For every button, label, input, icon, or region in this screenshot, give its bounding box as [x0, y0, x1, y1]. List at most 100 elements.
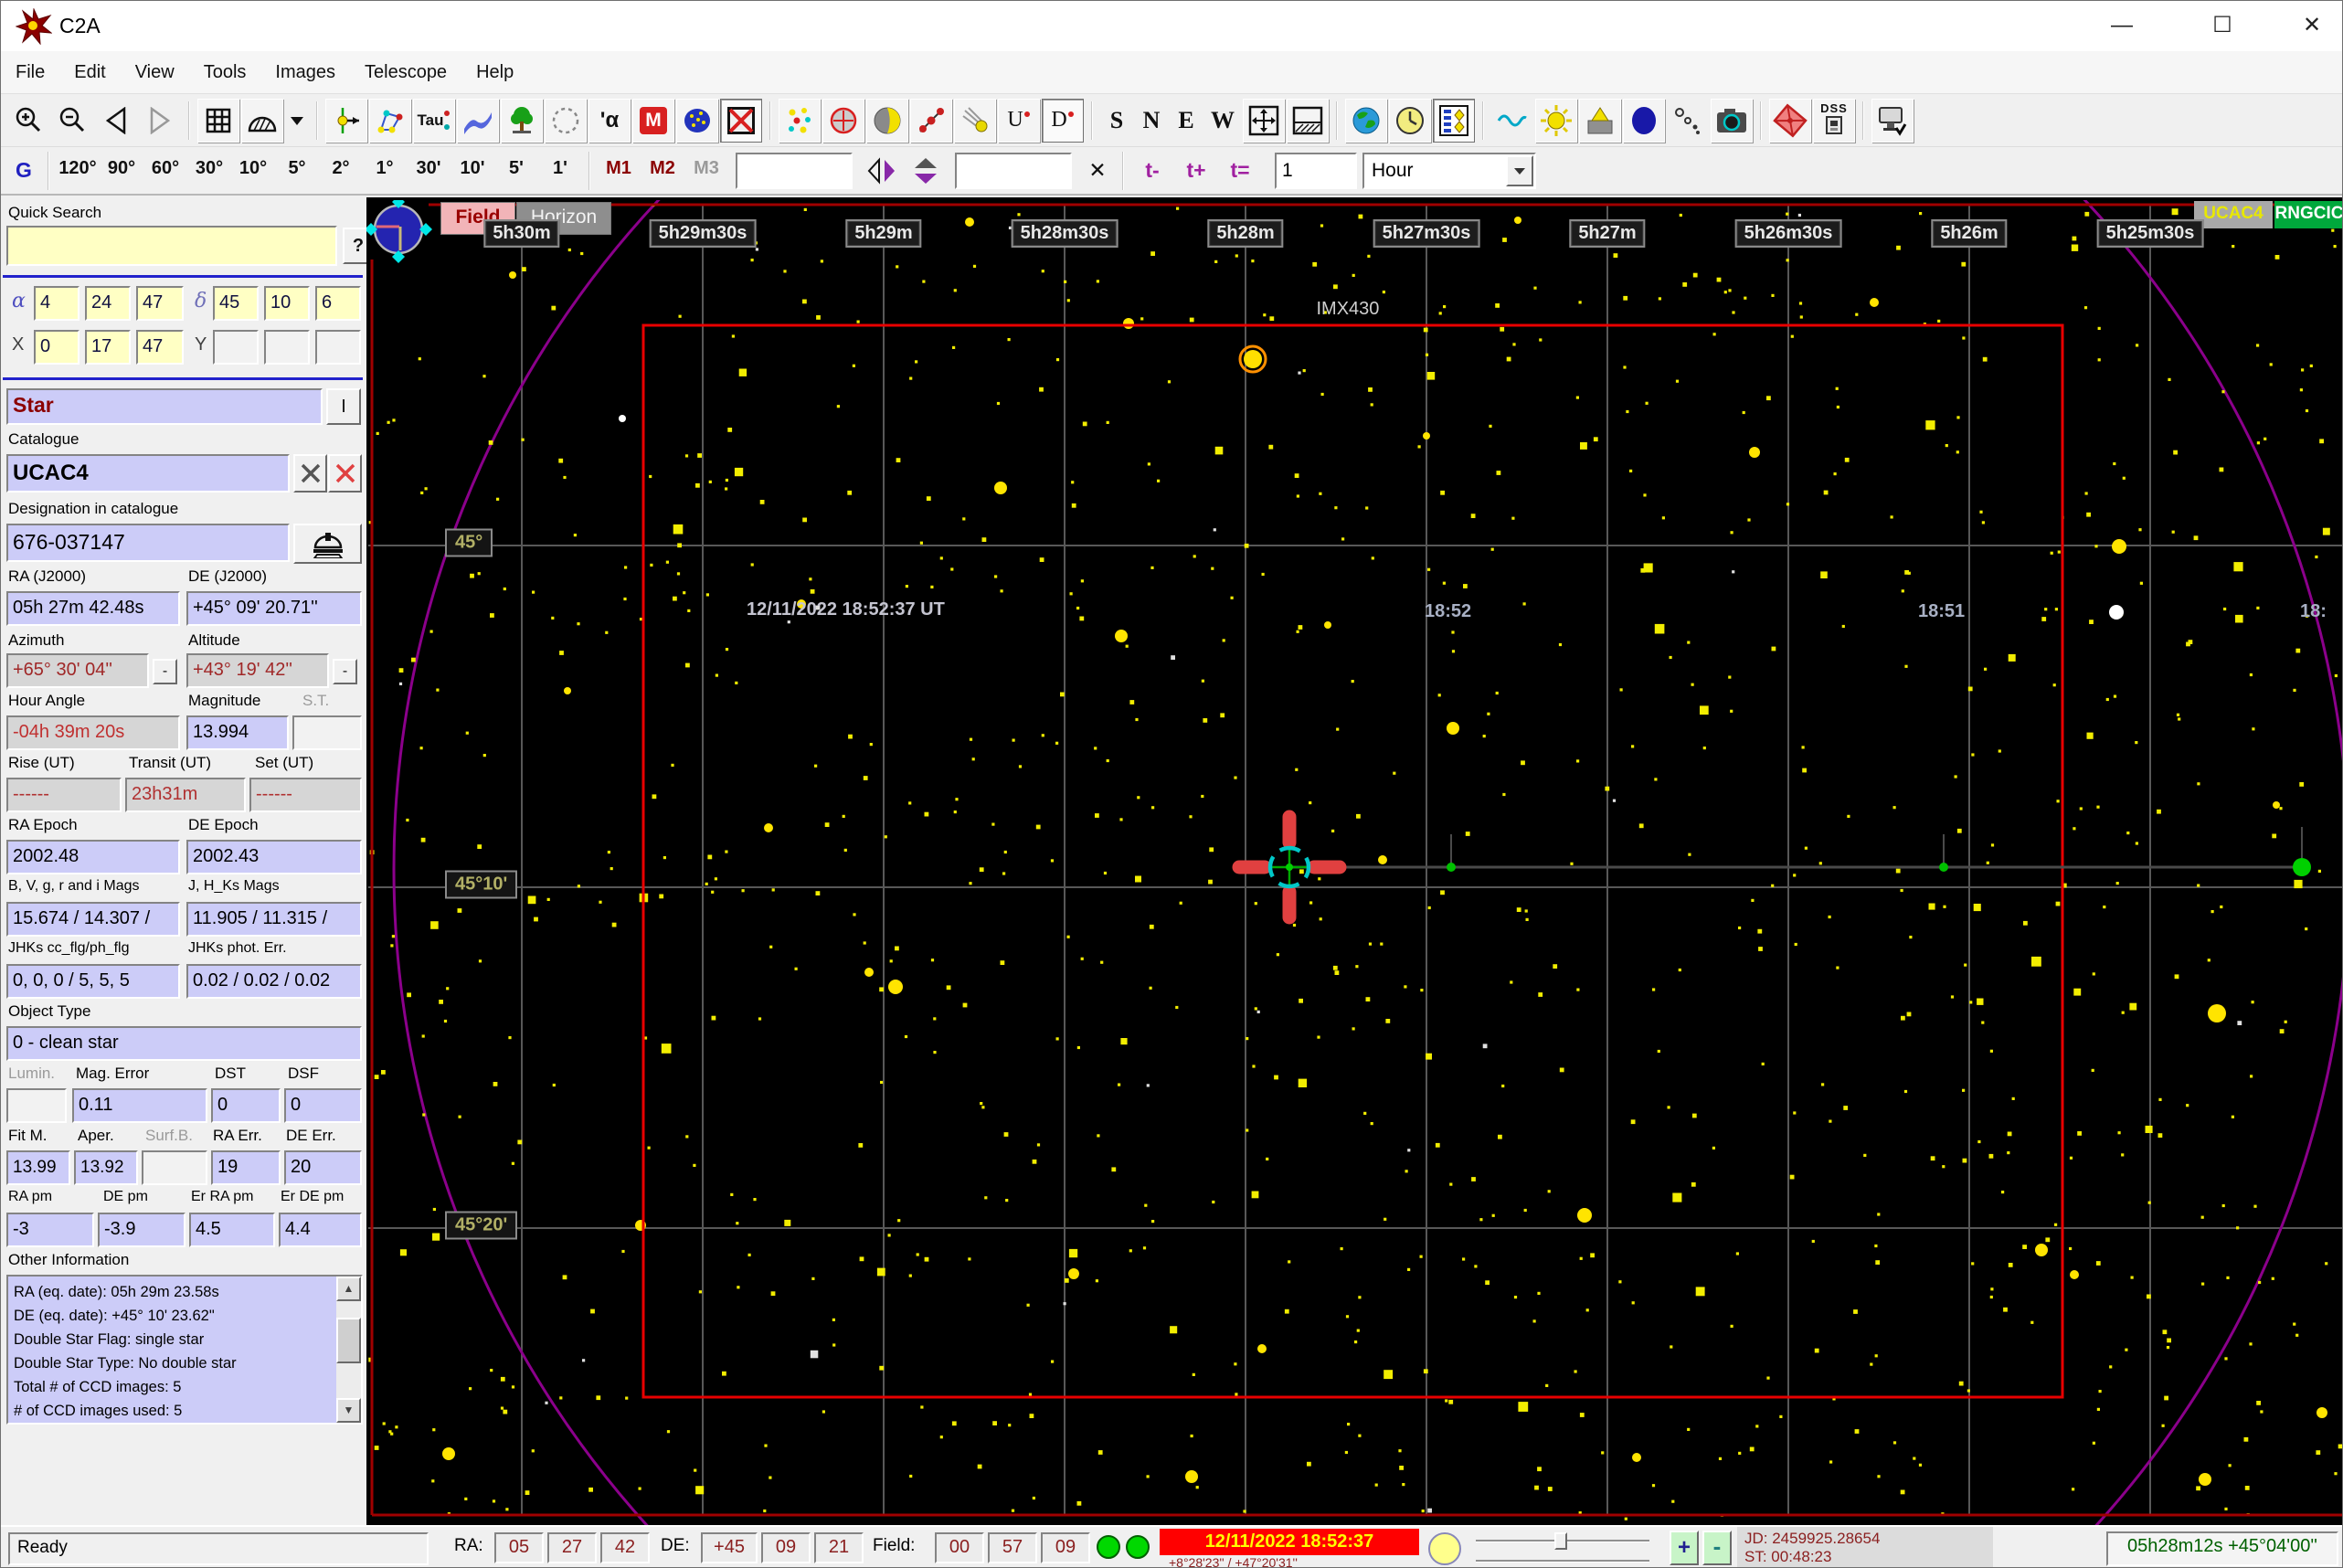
- marker3-button[interactable]: M3: [686, 150, 726, 191]
- search-field-2[interactable]: [955, 152, 1072, 189]
- fov-1min-button[interactable]: 1': [540, 150, 580, 191]
- y1-field[interactable]: [213, 330, 259, 365]
- center-object-icon[interactable]: [325, 98, 367, 143]
- constellation-lines-icon[interactable]: [369, 98, 411, 143]
- deep-sky-icon[interactable]: [676, 98, 718, 143]
- messier-catalog-icon[interactable]: M: [632, 98, 674, 143]
- earth-location-icon[interactable]: [1345, 98, 1387, 143]
- zoom-in-icon[interactable]: [7, 98, 49, 143]
- time-unit-select[interactable]: Hour: [1362, 152, 1536, 189]
- ra-seconds-field[interactable]: 47: [136, 286, 184, 321]
- flip-vertical-icon[interactable]: [905, 148, 947, 193]
- search-field-1[interactable]: [736, 152, 853, 189]
- fov-60deg-button[interactable]: 60°: [145, 150, 186, 191]
- dec-degrees-field[interactable]: 45: [213, 286, 259, 321]
- moon-phases-icon[interactable]: [866, 98, 908, 143]
- direction-east-button[interactable]: E: [1170, 98, 1203, 143]
- fov-30min-button[interactable]: 30': [408, 150, 449, 191]
- maximize-button[interactable]: ☐: [2190, 6, 2254, 45]
- ccd-frame-icon[interactable]: [1769, 98, 1811, 143]
- satellites-icon[interactable]: [1667, 98, 1709, 143]
- catalogue-prev-icon[interactable]: [293, 454, 327, 493]
- slew-telescope-icon[interactable]: [293, 524, 362, 564]
- direction-west-button[interactable]: W: [1204, 98, 1241, 143]
- menu-edit[interactable]: Edit: [59, 51, 120, 94]
- designation-value[interactable]: 676-037147: [6, 524, 290, 562]
- quick-search-input[interactable]: [6, 226, 337, 266]
- uranus-flag-icon[interactable]: U: [998, 98, 1040, 143]
- grid-icon[interactable]: [197, 98, 239, 143]
- time-decrease-button[interactable]: -: [1702, 1531, 1732, 1565]
- marker2-button[interactable]: M2: [642, 150, 683, 191]
- ra-hours-field[interactable]: 4: [34, 286, 80, 321]
- observatory-icon[interactable]: [1579, 98, 1621, 143]
- frame-box-icon[interactable]: [720, 98, 762, 143]
- telescope-link-icon[interactable]: [1871, 98, 1914, 143]
- scroll-thumb[interactable]: [336, 1318, 361, 1363]
- fov-10min-button[interactable]: 10': [452, 150, 493, 191]
- fov-5deg-button[interactable]: 5°: [277, 150, 317, 191]
- marker1-button[interactable]: M1: [599, 150, 639, 191]
- zoom-out-icon[interactable]: [51, 98, 93, 143]
- horizon-dome-icon[interactable]: [241, 98, 283, 143]
- dec-minutes-field[interactable]: 10: [264, 286, 310, 321]
- time-slider-thumb[interactable]: [1554, 1532, 1567, 1550]
- sky-chart[interactable]: Field Horizon UCAC4 RNGCIC IMX430 5h30m 5…: [366, 197, 2342, 1525]
- y2-field[interactable]: [264, 330, 310, 365]
- comets-icon[interactable]: [954, 98, 996, 143]
- catalog-badge-rngcic[interactable]: RNGCIC: [2274, 201, 2342, 228]
- sun-icon[interactable]: [1535, 98, 1577, 143]
- menu-help[interactable]: Help: [461, 51, 528, 94]
- camera-ccd-icon[interactable]: [1711, 98, 1753, 143]
- ra-j2000-value[interactable]: 05h 27m 42.48s: [6, 591, 180, 626]
- catalog-badge-ucac4[interactable]: UCAC4: [2194, 201, 2273, 228]
- night-mode-icon[interactable]: [1623, 98, 1665, 143]
- clock-time-icon[interactable]: [1389, 98, 1431, 143]
- x1-field[interactable]: 0: [34, 330, 80, 365]
- greek-labels-icon[interactable]: 'α: [588, 98, 631, 143]
- full-sky-icon[interactable]: [1243, 98, 1285, 143]
- nav-forward-icon[interactable]: [139, 98, 181, 143]
- time-now-button[interactable]: t=: [1220, 150, 1260, 191]
- constellation-names-icon[interactable]: Tau: [413, 98, 455, 143]
- below-horizon-icon[interactable]: [1287, 98, 1329, 143]
- nav-back-icon[interactable]: [95, 98, 137, 143]
- menu-view[interactable]: View: [121, 51, 189, 94]
- time-plus-button[interactable]: t+: [1176, 150, 1216, 191]
- flip-horizontal-icon[interactable]: [861, 148, 903, 193]
- direction-north-button[interactable]: N: [1135, 98, 1168, 143]
- x3-field[interactable]: 47: [136, 330, 184, 365]
- close-button[interactable]: ✕: [2280, 6, 2342, 45]
- center-object-button[interactable]: I: [326, 388, 361, 425]
- direction-south-button[interactable]: S: [1100, 98, 1133, 143]
- datetime-display[interactable]: 12/11/2022 18:52:37: [1160, 1529, 1419, 1555]
- clear-search-button[interactable]: ✕: [1080, 148, 1115, 193]
- dec-seconds-field[interactable]: 6: [315, 286, 361, 321]
- azimuth-minus-button[interactable]: -: [153, 659, 177, 684]
- ra-minutes-field[interactable]: 24: [85, 286, 131, 321]
- y3-field[interactable]: [315, 330, 361, 365]
- zoom-slider-track[interactable]: [1476, 1560, 1649, 1563]
- menu-images[interactable]: Images: [260, 51, 350, 94]
- minimize-button[interactable]: —: [2090, 6, 2154, 45]
- star-colors-icon[interactable]: [779, 98, 821, 143]
- milky-way-icon[interactable]: [457, 98, 499, 143]
- x2-field[interactable]: 17: [85, 330, 131, 365]
- catalogue-next-icon[interactable]: [328, 454, 362, 493]
- dss-download-icon[interactable]: DSS: [1813, 98, 1855, 143]
- display-options-icon[interactable]: [1433, 98, 1475, 143]
- scrollbar[interactable]: ▲ ▼: [336, 1277, 361, 1423]
- fov-circle-icon[interactable]: [545, 98, 587, 143]
- planets-icon[interactable]: [910, 98, 952, 143]
- time-unit-dropdown-icon[interactable]: [1506, 154, 1533, 186]
- fov-5min-button[interactable]: 5': [496, 150, 536, 191]
- scroll-up-icon[interactable]: ▲: [336, 1277, 361, 1301]
- menu-telescope[interactable]: Telescope: [350, 51, 461, 94]
- altitude-minus-button[interactable]: -: [333, 659, 357, 684]
- other-information-list[interactable]: RA (eq. date): 05h 29m 23.58s DE (eq. da…: [6, 1275, 363, 1425]
- d-flag-icon[interactable]: D: [1042, 98, 1084, 143]
- fov-30deg-button[interactable]: 30°: [189, 150, 229, 191]
- time-increase-button[interactable]: +: [1670, 1531, 1699, 1565]
- catalogue-value[interactable]: UCAC4: [6, 454, 290, 493]
- menu-file[interactable]: File: [1, 51, 59, 94]
